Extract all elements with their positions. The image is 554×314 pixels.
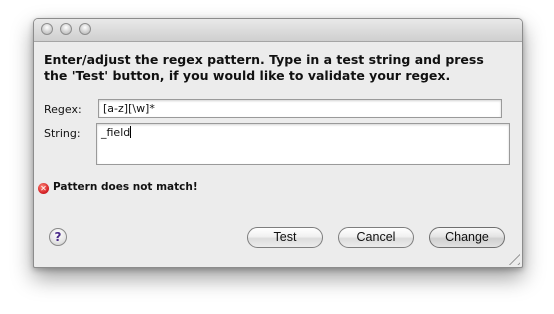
help-icon: ? [54, 230, 62, 244]
change-button[interactable]: Change [429, 227, 505, 248]
regex-input[interactable] [98, 99, 502, 118]
resize-grip-icon[interactable] [508, 253, 520, 265]
minimize-window-button[interactable] [60, 23, 72, 35]
test-string-textarea[interactable]: _field [96, 123, 510, 165]
title-bar [34, 19, 522, 42]
text-caret [130, 126, 132, 138]
instructions-text: Enter/adjust the regex pattern. Type in … [44, 52, 484, 83]
status-text: Pattern does not match! [53, 181, 198, 193]
help-button[interactable]: ? [49, 228, 67, 246]
match-status: ✕ Pattern does not match! [38, 181, 198, 194]
cancel-button[interactable]: Cancel [338, 227, 414, 248]
error-icon: ✕ [38, 183, 49, 194]
test-string-value: _field [101, 126, 131, 139]
zoom-window-button[interactable] [79, 23, 91, 35]
close-window-button[interactable] [41, 23, 53, 35]
regex-label: Regex: [44, 103, 82, 116]
string-label: String: [44, 127, 81, 140]
test-button[interactable]: Test [247, 227, 323, 248]
regex-dialog: Enter/adjust the regex pattern. Type in … [33, 18, 523, 268]
